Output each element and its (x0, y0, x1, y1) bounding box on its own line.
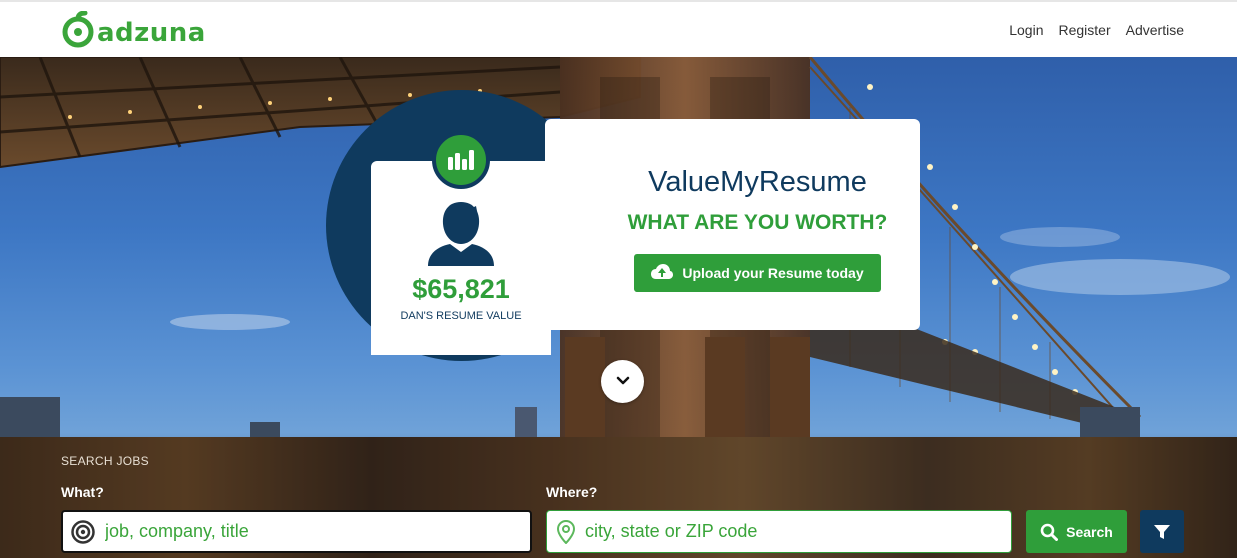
what-input[interactable] (105, 512, 530, 551)
target-icon (71, 519, 95, 544)
filter-icon (1154, 524, 1170, 540)
where-field[interactable] (546, 510, 1012, 553)
search-jobs-heading: SEARCH JOBS (61, 454, 149, 468)
where-label: Where? (546, 484, 598, 500)
search-button-label: Search (1066, 523, 1113, 540)
logo-text: adzuna (97, 17, 206, 48)
nav-login[interactable]: Login (1009, 22, 1043, 38)
what-field[interactable] (61, 510, 532, 553)
resume-value-label: DAN'S RESUME VALUE (400, 310, 522, 322)
filter-button[interactable] (1140, 510, 1184, 553)
site-header: adzuna Login Register Advertise (0, 0, 1237, 57)
resume-value: $65,821 (412, 274, 510, 304)
logo[interactable]: adzuna (61, 10, 206, 54)
cloud-upload-icon (651, 263, 674, 283)
upload-resume-button[interactable]: Upload your Resume today (634, 254, 881, 292)
value-my-resume-title: ValueMyResume (648, 166, 867, 198)
top-nav: Login Register Advertise (1009, 22, 1184, 38)
search-icon (1040, 523, 1059, 541)
location-pin-icon (557, 519, 575, 544)
upload-resume-label: Upload your Resume today (682, 265, 864, 281)
scroll-down-button[interactable] (601, 360, 644, 403)
adzuna-logo-icon (61, 10, 95, 54)
nav-register[interactable]: Register (1059, 22, 1111, 38)
worth-tagline: WHAT ARE YOU WORTH? (627, 211, 888, 234)
resume-profile-card-base (371, 320, 551, 355)
chevron-down-icon (616, 373, 630, 391)
search-button[interactable]: Search (1026, 510, 1127, 553)
what-label: What? (61, 484, 104, 500)
person-icon (426, 200, 496, 273)
bar-chart-icon (432, 131, 490, 189)
where-input[interactable] (585, 511, 1011, 552)
nav-advertise[interactable]: Advertise (1126, 22, 1184, 38)
